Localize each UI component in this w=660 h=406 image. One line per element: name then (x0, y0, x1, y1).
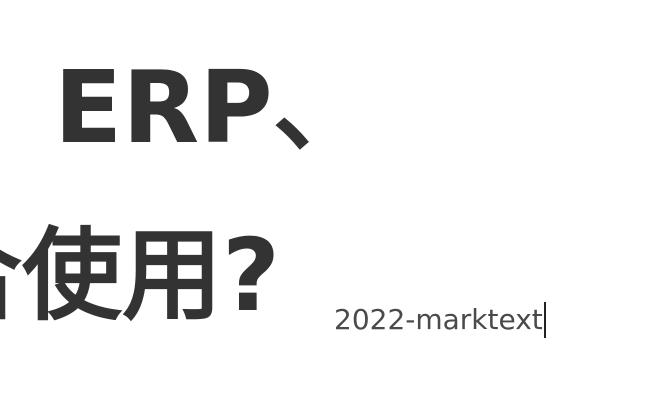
typed-text: 2022-marktext (334, 303, 543, 336)
heading-line-erp: ERP、 (54, 49, 373, 166)
heading-line-question: 合使用? (0, 217, 281, 334)
document-canvas: ERP、 合使用? 2022-marktext (0, 0, 660, 406)
text-cursor (543, 302, 546, 338)
viewport-clip (0, 330, 330, 406)
inline-text-editor[interactable]: 2022-marktext (334, 300, 546, 340)
